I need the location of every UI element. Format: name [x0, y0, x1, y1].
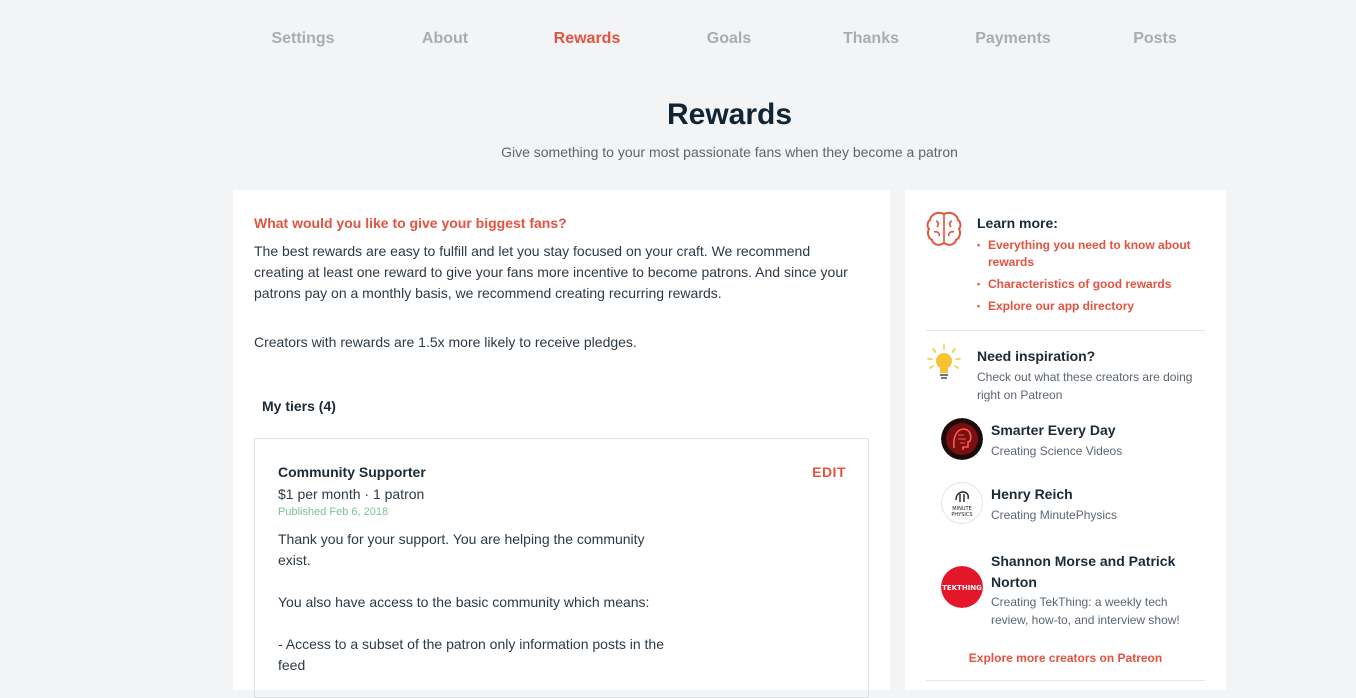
creator-description: Creating Science Videos — [991, 444, 1123, 458]
creator-name: Shannon Morse and Patrick Norton — [991, 553, 1176, 590]
tier-name: Community Supporter — [278, 464, 426, 480]
rewards-intro-text: The best rewards are easy to fulfill and… — [254, 243, 848, 301]
tab-payments[interactable]: Payments — [942, 30, 1084, 48]
tab-rewards[interactable]: Rewards — [516, 30, 658, 48]
page-title: Rewards — [666, 98, 793, 131]
tab-posts[interactable]: Posts — [1084, 30, 1226, 48]
creator-name: Henry Reich — [991, 486, 1073, 502]
inspiration-title: Need inspiration? — [977, 348, 1096, 364]
sidebar-divider — [926, 330, 1205, 331]
page-subtitle: Give something to your most passionate f… — [501, 144, 958, 160]
creator-description: Creating MinutePhysics — [991, 508, 1118, 522]
tier-description: Thank you for your support. You are help… — [278, 529, 673, 676]
rewards-question-heading: What would you like to give your biggest… — [254, 215, 567, 231]
tier-price: $1 per month · 1 patron — [278, 486, 425, 502]
learn-link-rewards-guide[interactable]: Everything you need to know about reward… — [977, 237, 1202, 271]
avatar: MINUTE PHYSICS — [941, 482, 983, 524]
tier-edit-button[interactable]: EDIT — [812, 464, 846, 480]
rewards-stat-text: Creators with rewards are 1.5x more like… — [254, 334, 637, 350]
avatar-logo-text: TEKTHING — [942, 584, 982, 592]
top-tab-nav: Settings About Rewards Goals Thanks Paym… — [232, 30, 1226, 48]
creator-item-tekthing[interactable]: TEKTHING Shannon Morse and Patrick Norto… — [941, 550, 1211, 630]
avatar-logo-text: PHYSICS — [951, 512, 972, 518]
tier-published-date: Published Feb 6, 2018 — [278, 506, 389, 518]
sidebar-divider — [926, 680, 1205, 681]
brain-icon — [926, 211, 962, 246]
explore-creators-link[interactable]: Explore more creators on Patreon — [905, 651, 1226, 665]
creator-item-smarter-every-day[interactable]: Smarter Every Day Creating Science Video… — [941, 418, 1211, 462]
learn-more-title: Learn more: — [977, 215, 1058, 231]
tab-goals[interactable]: Goals — [658, 30, 800, 48]
tab-about[interactable]: About — [374, 30, 516, 48]
tier-card: Community Supporter EDIT $1 per month · … — [254, 438, 869, 698]
creator-description: Creating TekThing: a weekly tech review,… — [991, 595, 1180, 627]
tier-description-line: You also have access to the basic commun… — [278, 594, 650, 610]
learn-more-links: Everything you need to know about reward… — [977, 237, 1202, 320]
tab-thanks[interactable]: Thanks — [800, 30, 942, 48]
tier-description-line: - Access to a subset of the patron only … — [278, 636, 664, 673]
avatar — [941, 418, 983, 460]
help-sidebar: Learn more: Everything you need to know … — [905, 190, 1226, 690]
avatar: TEKTHING — [941, 566, 983, 608]
creator-item-henry-reich[interactable]: MINUTE PHYSICS Henry Reich Creating Minu… — [941, 482, 1211, 526]
tab-settings[interactable]: Settings — [232, 30, 374, 48]
lightbulb-icon — [927, 344, 961, 379]
tier-description-line: Thank you for your support. You are help… — [278, 531, 645, 568]
my-tiers-heading: My tiers (4) — [262, 398, 336, 414]
creator-name: Smarter Every Day — [991, 422, 1116, 438]
learn-link-good-rewards[interactable]: Characteristics of good rewards — [977, 276, 1202, 293]
rewards-card: What would you like to give your biggest… — [233, 190, 890, 698]
inspiration-subtitle: Check out what these creators are doing … — [977, 370, 1193, 402]
learn-link-app-directory[interactable]: Explore our app directory — [977, 298, 1202, 315]
